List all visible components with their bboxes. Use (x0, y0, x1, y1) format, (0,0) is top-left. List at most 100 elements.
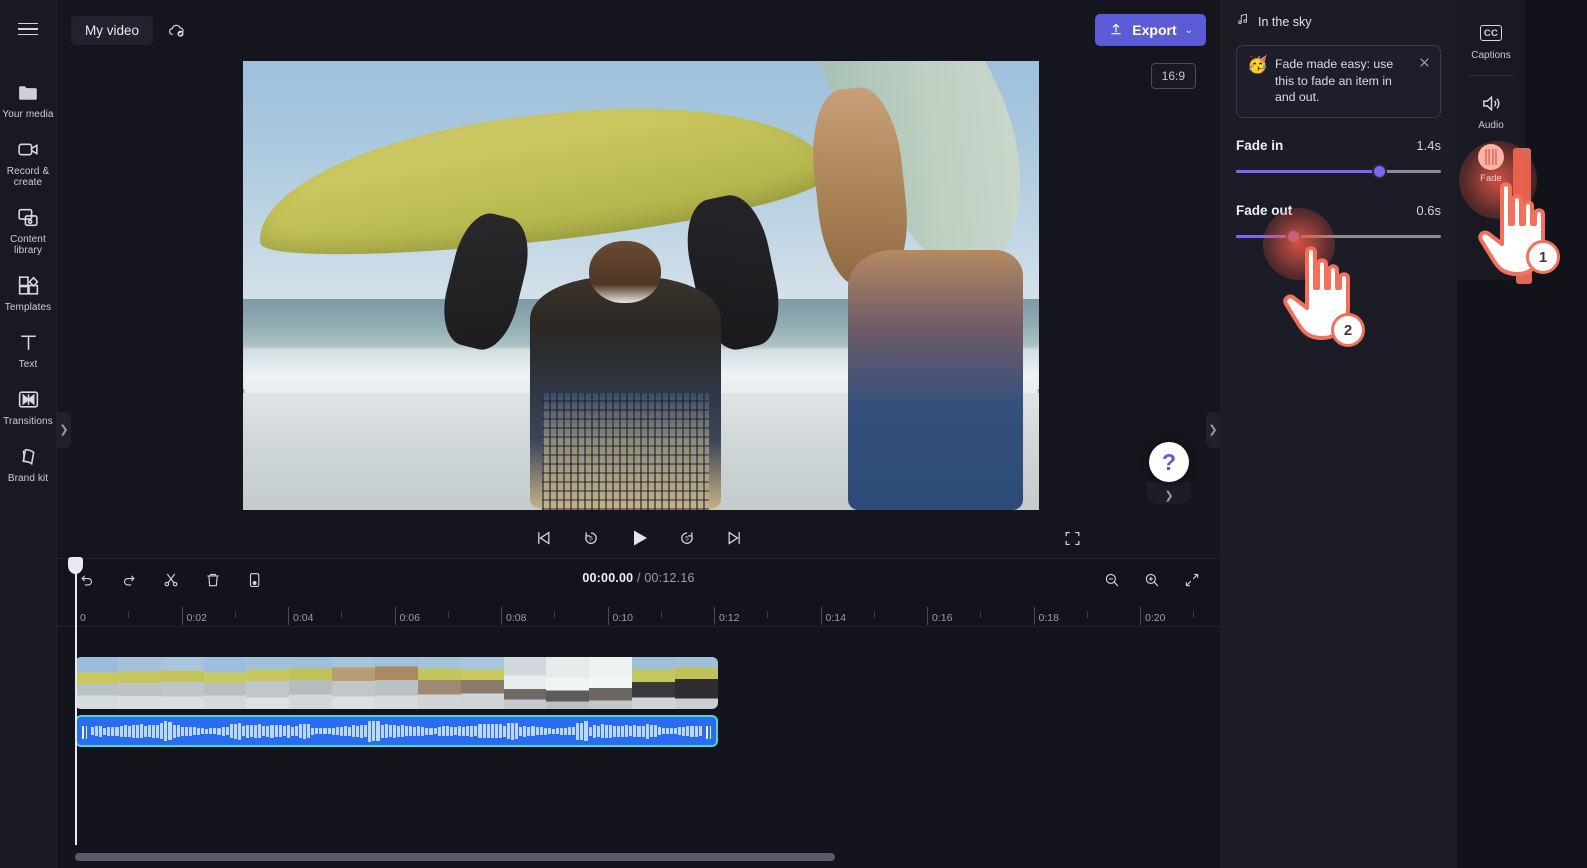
video-clip-thumbnail (203, 657, 247, 709)
collapse-left-panel-button[interactable]: ❯ (57, 412, 71, 448)
play-button[interactable] (624, 523, 654, 553)
audio-trim-handle-right[interactable] (704, 721, 713, 743)
fit-to-screen-button[interactable] (1180, 568, 1204, 592)
timeline-zoom-controls (1100, 568, 1204, 592)
fade-in-slider-thumb[interactable] (1372, 163, 1387, 179)
waveform-bar (686, 726, 690, 736)
sidebar-item-text[interactable]: Text (0, 320, 57, 377)
waveform-bar (400, 725, 405, 737)
audio-trim-handle-left[interactable] (80, 721, 89, 743)
waveform-bar (225, 727, 229, 735)
collapse-right-panel-button[interactable]: ❯ (1206, 412, 1220, 448)
video-camera-icon (15, 136, 41, 162)
waveform-bar (144, 725, 148, 737)
waveform-bar (523, 725, 527, 737)
waveform-bar (678, 727, 682, 735)
brand-kit-icon (15, 443, 41, 469)
waveform-bar (343, 726, 347, 736)
waveform-bar (564, 727, 568, 735)
waveform-bar (274, 725, 278, 737)
ruler-label: 0:20 (1145, 612, 1166, 624)
timeline: 00:00.00 / 00:12.16 0 0:02 0:04 0:06 0:08 0:1… (57, 557, 1220, 868)
sidebar-item-content-library[interactable]: Content library (0, 195, 57, 263)
waveform-bar (555, 728, 559, 734)
hamburger-menu-icon[interactable] (13, 14, 43, 44)
top-toolbar: My video Export ⌄ (57, 0, 1220, 60)
waveform-bar (409, 726, 413, 736)
waveform-bar (388, 725, 392, 737)
waveform-bar (250, 725, 254, 737)
video-clip-thumbnail (160, 657, 204, 709)
timeline-horizontal-scrollbar[interactable] (75, 853, 835, 861)
waveform-bar (282, 726, 286, 736)
video-preview-canvas[interactable] (243, 61, 1039, 510)
right-sidebar-item-fade[interactable]: Fade (1469, 144, 1513, 184)
fade-out-slider-thumb[interactable] (1285, 228, 1301, 244)
waveform-bar (372, 721, 376, 741)
waveform-bar (458, 726, 462, 736)
sidebar-item-transitions[interactable]: Transitions (0, 377, 57, 434)
fade-out-slider[interactable] (1236, 228, 1441, 246)
project-title-input[interactable]: My video (71, 15, 154, 45)
waveform-bar (625, 725, 629, 737)
zoom-in-button[interactable] (1140, 568, 1164, 592)
video-clip-thumbnail (332, 657, 376, 709)
waveform-bar (600, 724, 604, 738)
aspect-ratio-badge[interactable]: 16:9 (1150, 63, 1196, 89)
fullscreen-button[interactable] (1057, 523, 1087, 553)
rewind-5s-button[interactable]: 5 (576, 523, 606, 553)
waveform-bar (474, 726, 478, 736)
close-tip-button[interactable] (1416, 54, 1432, 70)
right-sidebar-label: Audio (1478, 120, 1504, 131)
waveform-bar (148, 725, 152, 737)
waveform-bar (127, 725, 131, 737)
cloud-check-icon[interactable] (165, 18, 189, 42)
skip-to-start-button[interactable] (528, 523, 558, 553)
playhead[interactable] (68, 557, 83, 845)
sidebar-item-your-media[interactable]: Your media (0, 70, 57, 127)
video-clip-thumbnail (460, 657, 504, 709)
waveform-bar (429, 727, 433, 735)
waveform-bar (641, 725, 645, 737)
video-clip-thumbnail (75, 657, 118, 709)
waveform-bar (596, 725, 600, 737)
collapse-preview-button[interactable]: ❯ (1147, 482, 1191, 504)
right-sidebar-label: Fade (1480, 173, 1502, 184)
sidebar-item-templates[interactable]: Templates (0, 263, 57, 320)
waveform-bar (482, 724, 486, 738)
video-clip-thumbnail (503, 657, 547, 709)
waveform-bar (421, 726, 425, 736)
waveform-bar (184, 726, 188, 736)
waveform-bar (298, 724, 303, 738)
forward-5s-button[interactable]: 5 (672, 523, 702, 553)
fade-in-slider[interactable] (1236, 163, 1441, 181)
fade-out-label: Fade out (1236, 202, 1293, 218)
ruler-label: 0:14 (825, 612, 846, 624)
video-clip-thumbnail (675, 657, 718, 709)
help-button[interactable]: ? (1149, 442, 1189, 482)
waveform-bar (588, 726, 592, 736)
playhead-handle[interactable] (68, 557, 83, 574)
sidebar-item-brand-kit[interactable]: Brand kit (0, 434, 57, 491)
sidebar-item-record-create[interactable]: Record & create (0, 127, 57, 195)
waveform-bar (515, 723, 519, 739)
export-button[interactable]: Export ⌄ (1095, 14, 1206, 46)
waveform-bar (197, 727, 201, 735)
waveform-bar (221, 726, 225, 736)
timeline-video-clip[interactable] (75, 657, 718, 709)
right-sidebar-item-audio[interactable]: Audio (1457, 82, 1525, 139)
timeline-ruler[interactable]: 0 0:02 0:04 0:06 0:08 0:10 0:12 0:14 0:16 0:18 0:2… (57, 601, 1220, 627)
waveform-bar (462, 726, 466, 736)
ruler-minor-tick (234, 611, 236, 618)
timeline-audio-clip[interactable] (75, 715, 718, 747)
waveform-bar (392, 724, 396, 738)
skip-to-end-button[interactable] (720, 523, 750, 553)
zoom-out-button[interactable] (1100, 568, 1124, 592)
video-clip-thumbnail (246, 657, 290, 709)
waveform-bar (543, 727, 547, 735)
ruler-label: 0:08 (506, 612, 527, 624)
right-sidebar-item-captions[interactable]: CC Captions (1457, 12, 1525, 69)
waveform-bar (176, 725, 180, 737)
waveform-bar (547, 728, 551, 734)
waveform-bar (490, 724, 494, 738)
